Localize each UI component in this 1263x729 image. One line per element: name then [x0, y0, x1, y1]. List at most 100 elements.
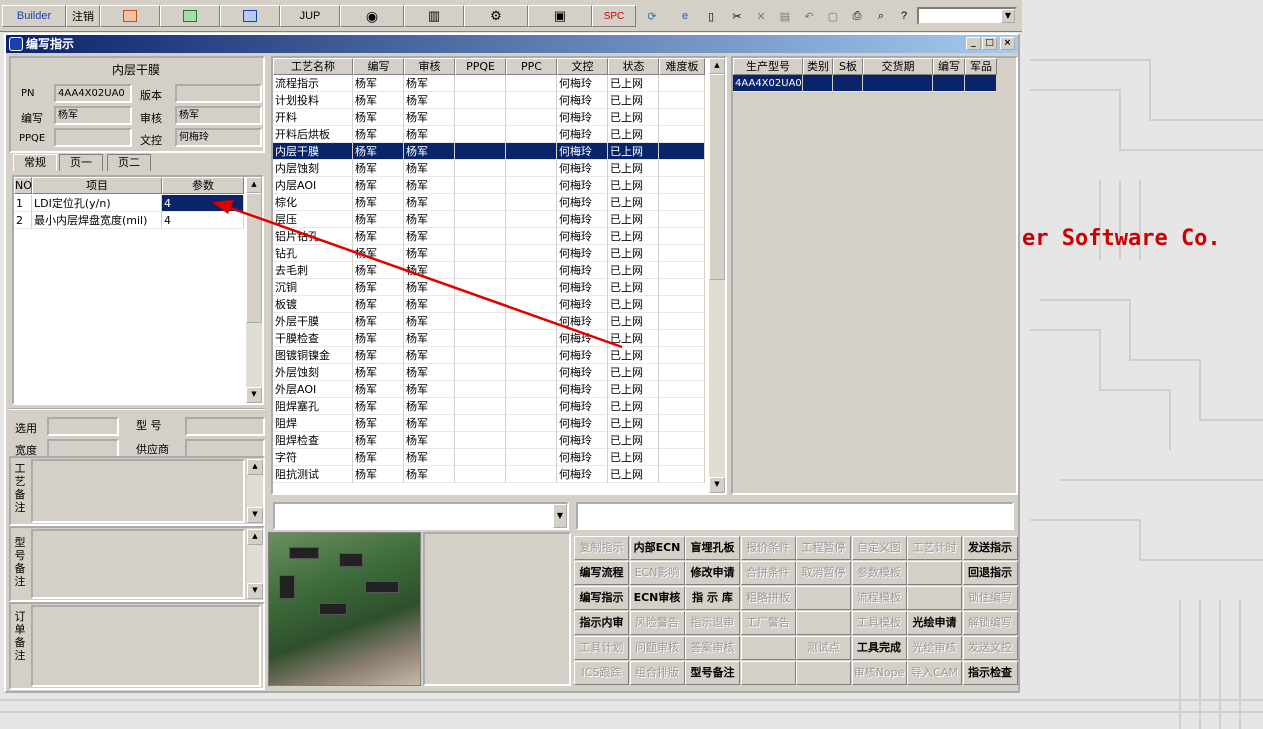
scroll-up-icon[interactable]: ▲	[247, 459, 263, 475]
process-table-cell[interactable]: 已上网	[608, 364, 659, 381]
product-table-cell[interactable]	[933, 75, 965, 92]
database-button[interactable]: ▥	[404, 5, 464, 27]
process-table-cell[interactable]	[659, 262, 705, 279]
process-table-cell[interactable]	[455, 398, 506, 415]
process-table-cell[interactable]	[506, 330, 557, 347]
process-table-cell[interactable]: 已上网	[608, 449, 659, 466]
pn-field[interactable]: 4AA4X02UA0	[54, 84, 132, 103]
action-button[interactable]: 取消暂停	[796, 561, 851, 585]
process-table-cell[interactable]	[506, 245, 557, 262]
params-scroll-thumb[interactable]	[246, 193, 262, 323]
version-field[interactable]	[175, 84, 262, 103]
process-table-cell[interactable]: 杨军	[404, 160, 455, 177]
process-table-cell[interactable]	[659, 92, 705, 109]
process-table-cell[interactable]	[455, 364, 506, 381]
process-table-cell[interactable]: 何梅玲	[557, 449, 608, 466]
process-table-scrollbar[interactable]: ▲ ▼	[709, 58, 725, 493]
cut-button[interactable]: ✂	[726, 5, 748, 27]
process-table-cell[interactable]: 已上网	[608, 109, 659, 126]
process-table-cell[interactable]: 何梅玲	[557, 177, 608, 194]
process-table-cell[interactable]: 何梅玲	[557, 330, 608, 347]
action-button[interactable]: 解锁编写	[962, 611, 1018, 635]
action-button[interactable]: 参数模板	[851, 561, 907, 585]
review-field[interactable]: 杨军	[175, 106, 262, 125]
process-header-cell[interactable]: 工艺名称	[273, 58, 353, 75]
process-table-cell[interactable]: 杨军	[353, 415, 404, 432]
product-header-cell[interactable]: 交货期	[863, 58, 933, 75]
process-table-cell[interactable]	[455, 449, 506, 466]
process-table-cell[interactable]	[506, 194, 557, 211]
process-header-cell[interactable]: PPQE	[455, 58, 506, 75]
process-table-cell[interactable]: 杨军	[353, 313, 404, 330]
undo-button[interactable]: ↶	[798, 5, 820, 27]
model-notes-scrollbar[interactable]: ▲ ▼	[247, 529, 263, 599]
action-button[interactable]: 指 示 库	[685, 586, 740, 610]
scroll-up-icon[interactable]: ▲	[709, 58, 725, 74]
process-table-cell[interactable]	[455, 109, 506, 126]
process-table-cell[interactable]	[455, 160, 506, 177]
excel-button[interactable]	[160, 5, 220, 27]
action-button[interactable]: 型号备注	[685, 661, 740, 685]
action-button[interactable]: 锁住编写	[962, 586, 1018, 610]
process-table-cell[interactable]: 杨军	[353, 194, 404, 211]
refresh-button[interactable]: ⟳	[640, 5, 664, 27]
maximize-button[interactable]: □	[982, 37, 997, 50]
process-scroll-thumb[interactable]	[709, 74, 725, 280]
process-table-cell[interactable]: 杨军	[353, 126, 404, 143]
process-table-cell[interactable]	[659, 347, 705, 364]
process-table-cell[interactable]: 何梅玲	[557, 466, 608, 483]
process-table-cell[interactable]: 已上网	[608, 466, 659, 483]
process-table-cell[interactable]	[659, 296, 705, 313]
process-table-cell[interactable]	[659, 330, 705, 347]
process-header-cell[interactable]: 状态	[608, 58, 659, 75]
process-table-cell[interactable]	[659, 449, 705, 466]
process-table-cell[interactable]: 字符	[273, 449, 353, 466]
process-table-cell[interactable]: 阻焊塞孔	[273, 398, 353, 415]
process-table-cell[interactable]: 杨军	[404, 313, 455, 330]
process-table-cell[interactable]	[455, 347, 506, 364]
process-table-cell[interactable]	[506, 262, 557, 279]
scroll-down-icon[interactable]: ▼	[246, 387, 262, 403]
action-button[interactable]: 工厂警告	[740, 611, 796, 635]
process-table-cell[interactable]	[455, 245, 506, 262]
process-table-cell[interactable]: 外层蚀刻	[273, 364, 353, 381]
process-table-cell[interactable]: 杨军	[404, 75, 455, 92]
process-table-cell[interactable]: 已上网	[608, 126, 659, 143]
process-table-cell[interactable]: 内层干膜	[273, 143, 353, 160]
process-table-cell[interactable]	[659, 211, 705, 228]
process-table-cell[interactable]	[659, 194, 705, 211]
process-table-cell[interactable]: 层压	[273, 211, 353, 228]
scroll-down-icon[interactable]: ▼	[709, 477, 725, 493]
process-header-cell[interactable]: 难度板	[659, 58, 705, 75]
toolbar-combo[interactable]: ▼	[917, 7, 1017, 25]
process-table-cell[interactable]	[659, 245, 705, 262]
process-table-cell[interactable]	[659, 109, 705, 126]
process-table-cell[interactable]: 杨军	[404, 381, 455, 398]
process-table-cell[interactable]: 内层AOI	[273, 177, 353, 194]
process-table-cell[interactable]	[455, 211, 506, 228]
process-table-cell[interactable]	[506, 160, 557, 177]
process-table-cell[interactable]	[506, 313, 557, 330]
action-button[interactable]: 合拼条件	[740, 561, 796, 585]
builder-button[interactable]: Builder	[2, 5, 66, 27]
product-table-cell[interactable]	[803, 75, 833, 92]
process-table-cell[interactable]: 杨军	[404, 296, 455, 313]
process-table-cell[interactable]: 已上网	[608, 330, 659, 347]
process-table-cell[interactable]: 已上网	[608, 228, 659, 245]
action-button[interactable]: 自定义图	[851, 536, 907, 560]
process-table-cell[interactable]: 外层AOI	[273, 381, 353, 398]
product-table-cell[interactable]	[833, 75, 863, 92]
process-table-cell[interactable]	[455, 313, 506, 330]
process-table-cell[interactable]: 杨军	[353, 211, 404, 228]
process-table-cell[interactable]: 已上网	[608, 432, 659, 449]
process-table-cell[interactable]	[659, 466, 705, 483]
action-button[interactable]: 指示检查	[962, 661, 1018, 685]
process-table-cell[interactable]: 已上网	[608, 279, 659, 296]
param-value-cell[interactable]: 4	[162, 212, 244, 229]
action-button[interactable]	[740, 636, 796, 660]
process-table-cell[interactable]: 阻焊检查	[273, 432, 353, 449]
product-header-cell[interactable]: 军品	[965, 58, 997, 75]
process-table-cell[interactable]: 杨军	[353, 160, 404, 177]
process-table-cell[interactable]: 杨军	[353, 228, 404, 245]
close-button[interactable]: ×	[1000, 37, 1015, 50]
